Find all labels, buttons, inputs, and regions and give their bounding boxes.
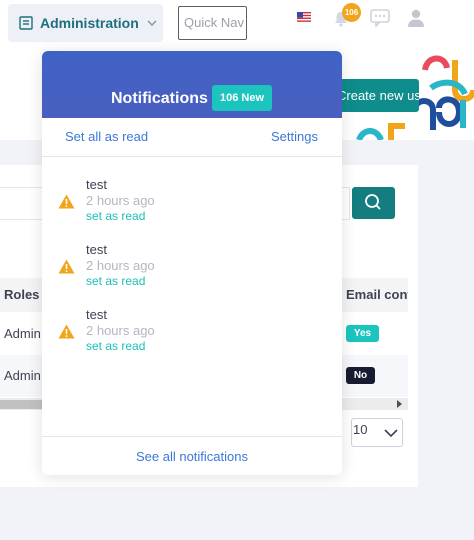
notifications-footer: See all notifications — [42, 436, 342, 475]
notification-title: test — [86, 307, 107, 322]
notifications-header: Notifications 106 New — [42, 51, 342, 118]
admin-icon — [19, 16, 33, 30]
us-flag-icon[interactable] — [297, 12, 311, 22]
column-header-roles[interactable]: Roles — [4, 287, 39, 302]
search-button[interactable] — [352, 187, 395, 219]
chat-icon[interactable] — [370, 9, 390, 27]
notification-item[interactable]: test 2 hours ago set as read — [42, 307, 342, 367]
notification-title: test — [86, 177, 107, 192]
set-as-read-link[interactable]: set as read — [86, 274, 145, 288]
email-confirmed-badge: Yes — [346, 325, 379, 342]
table-cell-role: Admin — [4, 326, 41, 341]
warning-icon — [58, 194, 75, 209]
new-count-badge: 106 New — [212, 85, 272, 111]
search-icon — [365, 194, 381, 210]
notifications-actions: Set all as read Settings — [42, 118, 342, 157]
notification-time: 2 hours ago — [86, 323, 155, 338]
notification-time: 2 hours ago — [86, 258, 155, 273]
warning-icon — [58, 324, 75, 339]
notification-item[interactable]: test 2 hours ago set as read — [42, 242, 342, 302]
email-confirmed-badge: No — [346, 367, 375, 384]
scrollbar-thumb[interactable] — [0, 400, 42, 409]
set-as-read-link[interactable]: set as read — [86, 209, 145, 223]
page-size-value: 10 — [353, 422, 368, 437]
quick-nav-input[interactable]: Quick Nav — [178, 6, 247, 40]
top-bar: Administration Quick Nav 106 — [0, 0, 474, 50]
administration-label: Administration — [40, 15, 139, 31]
column-header-email-confirmed[interactable]: Email confirmed — [346, 287, 408, 302]
page-size-select[interactable]: 10 — [351, 418, 403, 447]
warning-icon — [58, 259, 75, 274]
set-all-as-read-link[interactable]: Set all as read — [65, 129, 148, 144]
chevron-down-icon — [384, 429, 398, 438]
notifications-title: Notifications — [111, 90, 208, 107]
set-as-read-link[interactable]: set as read — [86, 339, 145, 353]
administration-menu[interactable]: Administration — [8, 4, 163, 42]
user-icon[interactable] — [406, 8, 426, 28]
quick-nav-placeholder: Quick Nav — [184, 15, 244, 30]
table-cell-role: Admin — [4, 368, 41, 383]
notifications-dropdown: Notifications 106 New Set all as read Se… — [42, 51, 342, 475]
notification-settings-link[interactable]: Settings — [271, 129, 318, 144]
chevron-down-icon — [147, 20, 157, 26]
notification-time: 2 hours ago — [86, 193, 155, 208]
see-all-notifications-link[interactable]: See all notifications — [42, 449, 342, 464]
notification-count-badge: 106 — [342, 3, 361, 22]
notification-item[interactable]: test 2 hours ago set as read — [42, 177, 342, 237]
scroll-right-arrow-icon[interactable] — [397, 400, 402, 408]
notification-title: test — [86, 242, 107, 257]
